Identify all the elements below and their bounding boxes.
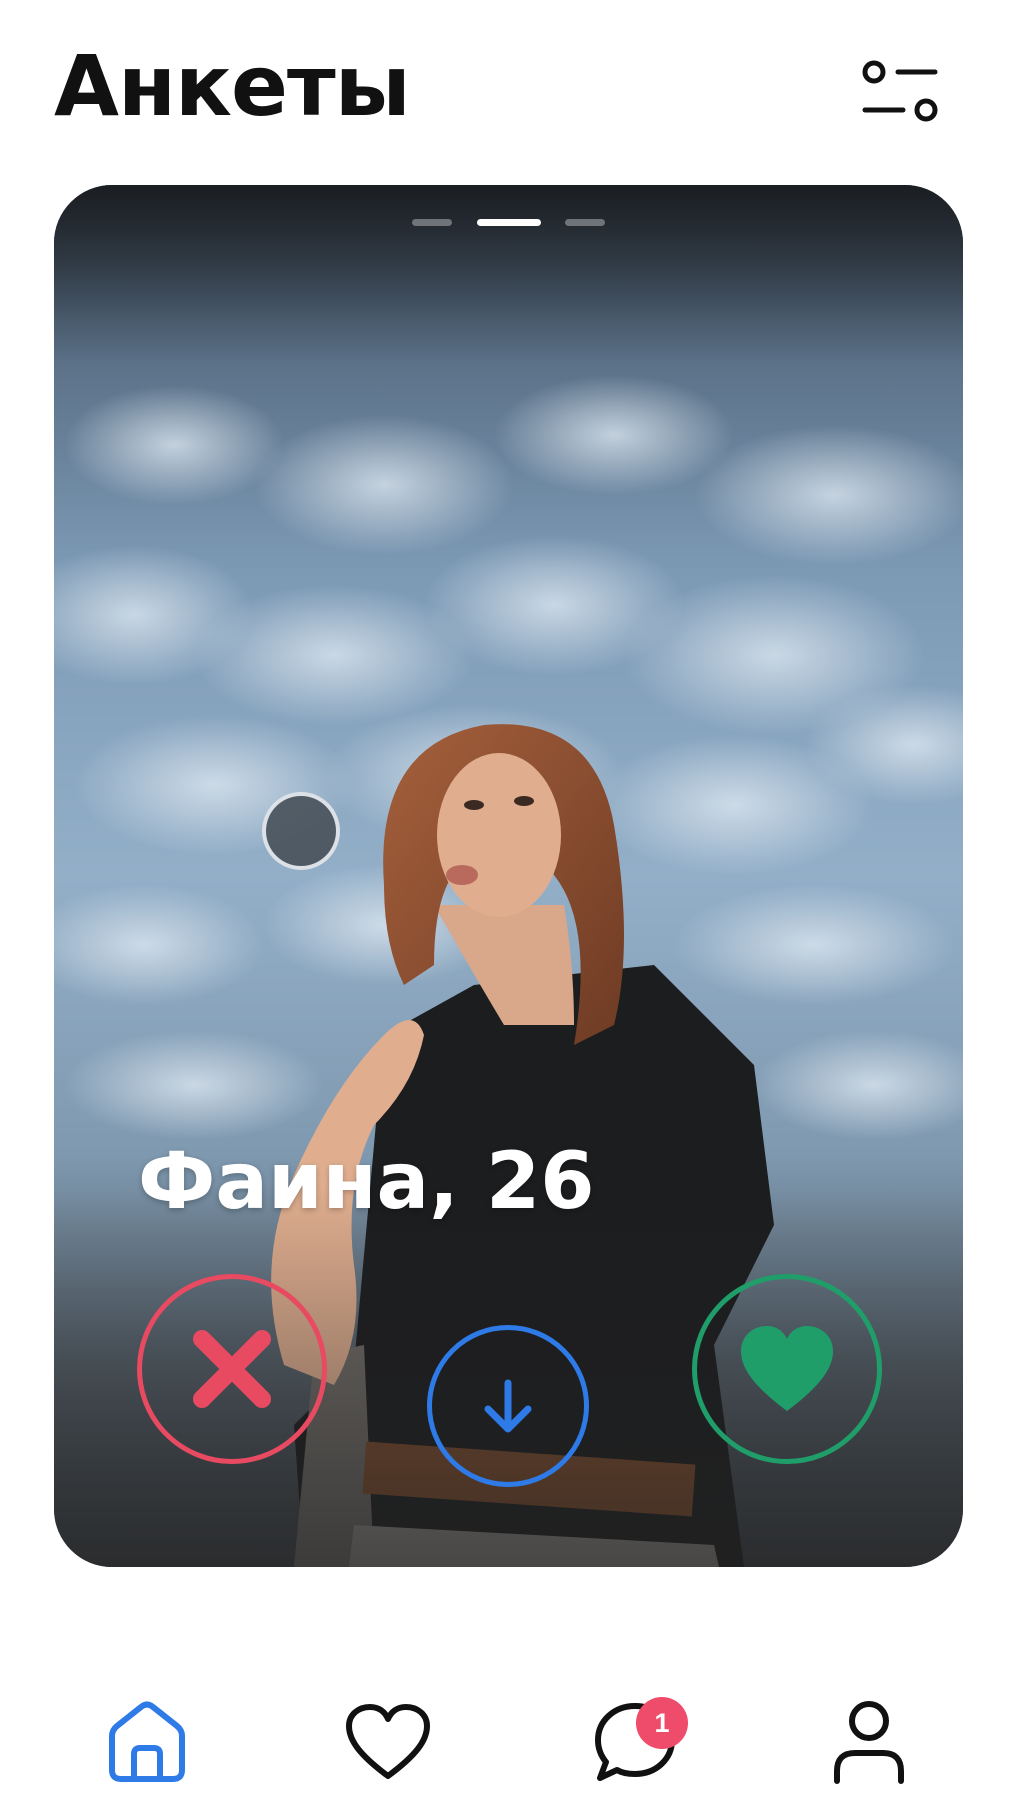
app-header: Анкеты	[0, 0, 1016, 180]
nav-home[interactable]	[97, 1692, 197, 1792]
touch-indicator	[262, 792, 340, 870]
bottom-navigation	[0, 1680, 1016, 1798]
like-button[interactable]	[692, 1274, 882, 1464]
photo-indicators	[54, 219, 963, 231]
photo-indicator[interactable]	[565, 219, 605, 226]
unread-messages-badge: 1	[636, 1697, 688, 1749]
dislike-button[interactable]	[137, 1274, 327, 1464]
x-icon	[193, 1330, 271, 1408]
nav-likes[interactable]	[338, 1692, 438, 1792]
sliders-icon	[862, 60, 938, 122]
arrow-down-icon	[484, 1379, 532, 1433]
profile-icon	[834, 1701, 904, 1784]
heart-icon	[741, 1326, 833, 1411]
home-icon	[109, 1701, 185, 1782]
photo-indicator-active[interactable]	[477, 219, 541, 226]
heart-outline-icon	[346, 1704, 430, 1779]
more-info-button[interactable]	[427, 1325, 589, 1487]
photo-indicator[interactable]	[412, 219, 452, 226]
profile-name-age: Фаина, 26	[138, 1137, 595, 1227]
nav-profile[interactable]	[819, 1692, 919, 1792]
page-title: Анкеты	[54, 37, 411, 135]
profile-card[interactable]: Фаина, 26	[54, 185, 963, 1567]
filter-button[interactable]	[856, 52, 946, 136]
